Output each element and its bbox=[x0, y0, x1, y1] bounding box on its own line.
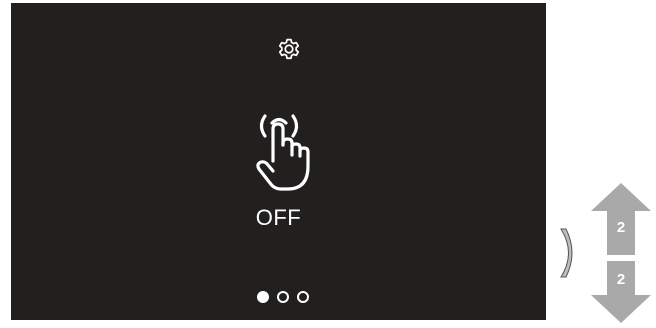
scroll-down-label: 2 bbox=[616, 271, 626, 288]
scroll-up-label: 2 bbox=[616, 219, 626, 236]
scroll-down-button[interactable]: 2 bbox=[591, 261, 651, 323]
gear-icon bbox=[278, 38, 300, 60]
page-dot-2[interactable] bbox=[277, 291, 289, 303]
settings-button[interactable] bbox=[272, 32, 306, 66]
page-indicator bbox=[257, 291, 309, 303]
touch-gesture-icon bbox=[256, 114, 310, 191]
chevron-left-bracket-icon[interactable] bbox=[556, 226, 580, 280]
page-dot-1[interactable] bbox=[257, 291, 269, 303]
status-text: OFF bbox=[255, 205, 302, 230]
page-dot-3[interactable] bbox=[297, 291, 309, 303]
device-screen: OFF bbox=[11, 3, 546, 320]
scroll-up-button[interactable]: 2 bbox=[591, 183, 651, 255]
